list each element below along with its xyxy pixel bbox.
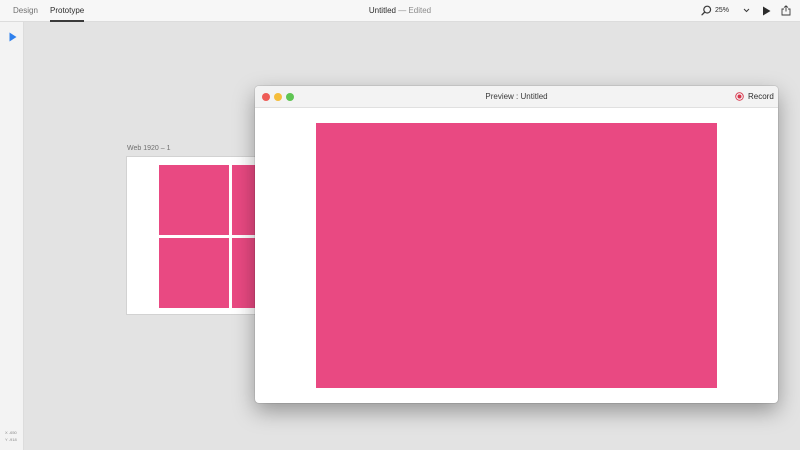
zoom-level[interactable]: 25% (715, 0, 729, 22)
artboard-label[interactable]: Web 1920 – 1 (127, 145, 170, 152)
record-label: Record (748, 92, 774, 101)
artboard-tile[interactable] (159, 165, 229, 235)
preview-canvas[interactable] (316, 123, 717, 388)
record-icon (735, 92, 744, 101)
tab-prototype[interactable]: Prototype (50, 0, 85, 22)
document-title: Untitled — Edited (300, 0, 500, 22)
window-close-button[interactable] (262, 93, 270, 101)
coordinate-x: X -650 (5, 430, 17, 435)
play-icon[interactable] (762, 6, 771, 16)
tab-design[interactable]: Design (13, 0, 38, 22)
artboard[interactable] (126, 156, 302, 315)
share-icon[interactable] (781, 5, 791, 16)
preview-title: Preview : Untitled (485, 92, 548, 101)
document-name: Untitled (368, 6, 396, 15)
document-status: — Edited (395, 6, 432, 15)
preview-titlebar[interactable]: Preview : Untitled Record (255, 86, 778, 108)
window-maximize-button[interactable] (286, 93, 294, 101)
select-arrow-icon[interactable] (9, 32, 17, 42)
window-minimize-button[interactable] (274, 93, 282, 101)
preview-window: Preview : Untitled Record (255, 86, 778, 403)
coordinate-y: Y -918 (5, 437, 17, 442)
active-tab-indicator (50, 20, 85, 22)
tab-prototype-label: Prototype (50, 6, 85, 15)
top-toolbar: Design Prototype Untitled — Edited 25% (0, 0, 800, 22)
left-toolbar: X -650 Y -918 (0, 22, 24, 450)
chevron-down-icon[interactable] (743, 8, 750, 13)
search-icon[interactable] (701, 5, 712, 16)
artboard-tile[interactable] (159, 238, 229, 308)
